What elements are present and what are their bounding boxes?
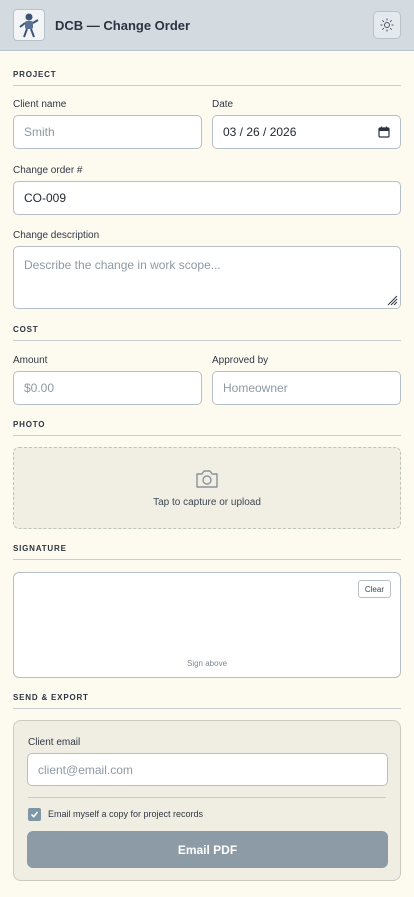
amount-placeholder: $0.00 <box>24 381 55 395</box>
client-name-input[interactable]: Smith <box>13 115 202 149</box>
resize-handle-icon[interactable] <box>386 294 398 306</box>
change-order-label: Change order # <box>13 165 83 176</box>
email-copy-label: Email myself a copy for project records <box>48 809 204 819</box>
approved-by-label: Approved by <box>212 355 269 366</box>
change-description-textarea[interactable]: Describe the change in work scope... <box>13 246 401 309</box>
theme-toggle-button[interactable] <box>373 11 401 39</box>
change-description-placeholder: Describe the change in work scope... <box>24 258 221 272</box>
photo-prompt: Tap to capture or upload <box>153 497 261 508</box>
section-cost: COST <box>13 325 401 341</box>
clear-signature-button[interactable]: Clear <box>357 580 391 598</box>
export-card: Client email client@email.com Email myse… <box>13 720 401 881</box>
client-name-placeholder: Smith <box>24 125 55 139</box>
app-logo <box>13 9 45 41</box>
approved-by-placeholder: Homeowner <box>223 381 288 395</box>
change-description-label: Change description <box>13 230 100 241</box>
app-header: DCB — Change Order <box>0 0 414 51</box>
client-email-placeholder: client@email.com <box>38 762 133 777</box>
section-project: PROJECT <box>13 70 401 86</box>
calendar-icon[interactable] <box>378 126 390 138</box>
export-divider <box>28 797 386 798</box>
approved-by-input[interactable]: Homeowner <box>212 371 401 405</box>
date-value: 03 / 26 / 2026 <box>223 125 297 139</box>
date-input[interactable]: 03 / 26 / 2026 <box>212 115 401 149</box>
signature-hint: Sign above <box>186 659 228 668</box>
app-title: DCB — Change Order <box>55 17 191 33</box>
client-email-label: Client email <box>28 737 81 748</box>
email-pdf-button[interactable]: Email PDF <box>27 831 388 868</box>
client-email-input[interactable]: client@email.com <box>27 753 388 786</box>
amount-input[interactable]: $0.00 <box>13 371 202 405</box>
change-order-value: CO-009 <box>24 191 67 205</box>
email-copy-checkbox[interactable] <box>28 808 41 821</box>
sun-icon <box>380 18 394 32</box>
mascot-logo-icon <box>19 13 39 38</box>
checkmark-icon <box>30 811 39 818</box>
client-name-label: Client name <box>13 99 67 110</box>
amount-label: Amount <box>13 355 48 366</box>
change-order-input[interactable]: CO-009 <box>13 181 401 215</box>
date-label: Date <box>212 99 234 110</box>
section-signature: SIGNATURE <box>13 544 401 560</box>
section-photo: PHOTO <box>13 420 401 436</box>
camera-icon <box>196 470 218 488</box>
signature-pad[interactable]: Clear Sign above <box>13 572 401 678</box>
photo-upload-area[interactable]: Tap to capture or upload <box>13 447 401 529</box>
section-send-export: SEND & EXPORT <box>13 693 401 709</box>
